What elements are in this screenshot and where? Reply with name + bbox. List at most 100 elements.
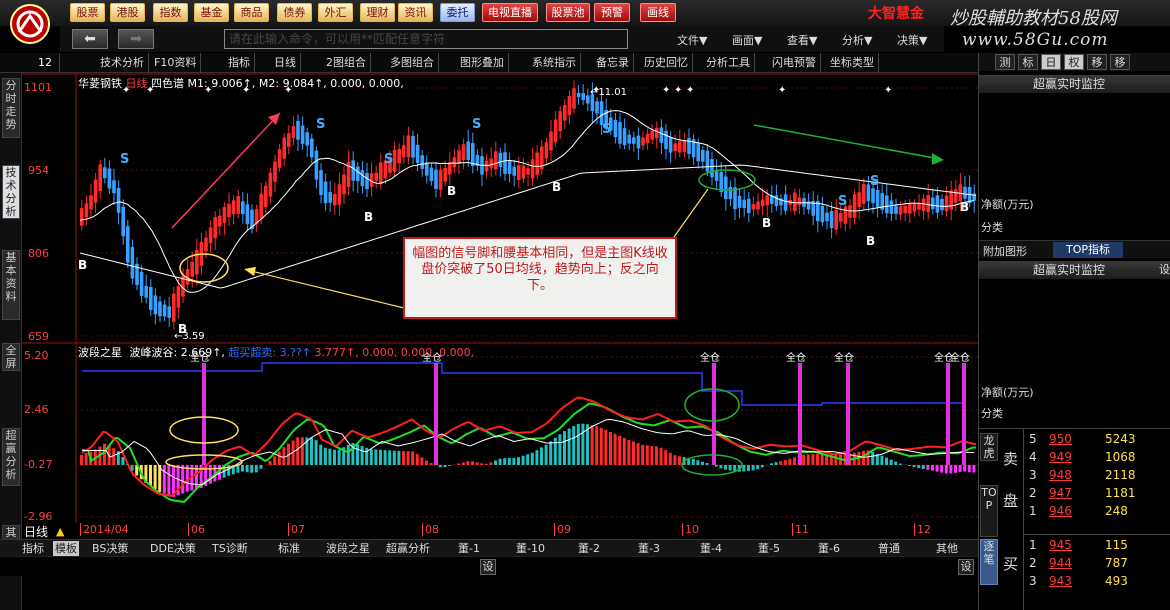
sell-price[interactable]: 946 — [1049, 504, 1072, 518]
top-menu-3[interactable]: 分析▼ — [842, 32, 872, 48]
left-tab-4[interactable]: 超赢分析 — [2, 428, 20, 486]
bottom-tab-15[interactable]: 普通 — [878, 541, 900, 556]
longhu-tab[interactable]: 龙虎 — [980, 433, 998, 461]
tab-top-indicator[interactable]: TOP指标 — [1053, 242, 1123, 258]
bottom-tab-16[interactable]: 其他 — [936, 541, 958, 556]
top-menu-4[interactable]: 决策▼ — [897, 32, 927, 48]
candle-body — [222, 207, 227, 223]
bottom-tab-8[interactable]: 董-1 — [458, 541, 480, 556]
bottom-tab-12[interactable]: 董-4 — [700, 541, 722, 556]
candle-body — [820, 205, 825, 223]
forward-button[interactable]: ➡ — [118, 29, 154, 49]
buy-signal-mark: B — [78, 258, 87, 272]
monitor-setting-button[interactable]: 设 — [1159, 261, 1170, 279]
top-menu-0[interactable]: 文件▼ — [677, 32, 707, 48]
toolbar-item-6[interactable]: 图形叠加 — [456, 53, 509, 73]
right-top-tab-4[interactable]: 移 — [1087, 54, 1107, 70]
back-button[interactable]: ⬅ — [72, 29, 108, 49]
bottom-tab-13[interactable]: 董-5 — [758, 541, 780, 556]
bottom-tab-6[interactable]: 波段之星 — [326, 541, 370, 556]
histogram-bar — [282, 447, 286, 465]
status-setting-button[interactable]: 设 — [480, 559, 496, 575]
status-setting-button-2[interactable]: 设 — [958, 559, 974, 575]
toolbar-item-3[interactable]: 日线 — [270, 53, 301, 73]
sell-price[interactable]: 949 — [1049, 450, 1072, 464]
right-top-tab-3[interactable]: 权 — [1064, 54, 1084, 70]
top-menu-2[interactable]: 查看▼ — [787, 32, 817, 48]
sell-volume: 248 — [1105, 504, 1128, 518]
buy-level: 2 — [1029, 556, 1037, 570]
menu-button-9[interactable]: 委托 — [440, 3, 475, 22]
left-tab-2[interactable]: 基本资料 — [2, 250, 20, 320]
tab-extra-graph[interactable]: 附加图形 — [983, 243, 1027, 259]
toolbar-item-9[interactable]: 历史回忆 — [640, 53, 693, 73]
sell-price[interactable]: 947 — [1049, 486, 1072, 500]
menu-button-3[interactable]: 基金 — [194, 3, 229, 22]
bottom-tab-0[interactable]: 指标 — [22, 541, 44, 556]
bottom-tab-14[interactable]: 董-6 — [818, 541, 840, 556]
sell-price[interactable]: 948 — [1049, 468, 1072, 482]
tick-by-tick-tab[interactable]: 逐笔 — [980, 539, 998, 585]
toolbar-item-7[interactable]: 系统指示 — [528, 53, 581, 73]
bottom-tab-2[interactable]: BS决策 — [92, 541, 128, 556]
menu-button-5[interactable]: 债券 — [277, 3, 312, 22]
bottom-tab-7[interactable]: 超赢分析 — [386, 541, 430, 556]
histogram-bar — [705, 462, 709, 465]
histogram-bar — [691, 458, 695, 465]
bottom-tab-10[interactable]: 董-2 — [578, 541, 600, 556]
command-input[interactable]: 请在此输入命令，可以用**匹配任意字符 — [224, 29, 628, 49]
left-tab-1[interactable]: 技术分析 — [2, 165, 20, 219]
buy-price[interactable]: 945 — [1049, 538, 1072, 552]
bottom-tab-4[interactable]: TS诊断 — [212, 541, 248, 556]
toolbar-item-2[interactable]: 指标 — [224, 53, 255, 73]
sell-price[interactable]: 950 — [1049, 432, 1072, 446]
monitor-title-2: 超赢实时监控 — [1033, 263, 1106, 277]
menu-button-12[interactable]: 预警 — [594, 3, 630, 22]
period-label[interactable]: 日线 — [24, 523, 48, 540]
toolbar-item-0[interactable]: 技术分析 — [96, 53, 149, 73]
top-menu-1[interactable]: 画面▼ — [732, 32, 762, 48]
bottom-tab-9[interactable]: 董-10 — [516, 541, 545, 556]
menu-button-4[interactable]: 商品 — [234, 3, 269, 22]
menu-button-1[interactable]: 港股 — [110, 3, 145, 22]
menu-button-10[interactable]: 电视直播 — [482, 3, 538, 22]
right-top-tab-5[interactable]: 移 — [1110, 54, 1130, 70]
left-tab-3[interactable]: 全屏 — [2, 343, 20, 371]
buy-label: 买 — [1003, 555, 1019, 573]
right-top-tab-0[interactable]: 测 — [995, 54, 1015, 70]
menu-button-8[interactable]: 资讯 — [398, 3, 433, 22]
toolbar-item-1[interactable]: F10资料 — [150, 53, 202, 73]
toolbar-item-4[interactable]: 2图组合 — [322, 53, 371, 73]
left-tab-0[interactable]: 分时走势 — [2, 78, 20, 138]
sell-level: 2 — [1029, 486, 1037, 500]
toolbar-item-10[interactable]: 分析工具 — [702, 53, 755, 73]
bottom-tab-11[interactable]: 董-3 — [638, 541, 660, 556]
menu-button-13[interactable]: 画线 — [640, 3, 676, 22]
candle-body — [296, 121, 300, 140]
top-tab[interactable]: TOP — [980, 485, 998, 537]
histogram-bar — [208, 465, 212, 484]
menu-button-6[interactable]: 外汇 — [318, 3, 353, 22]
menu-button-0[interactable]: 股票 — [70, 3, 105, 22]
candle-body — [103, 167, 107, 179]
toolbar-item-5[interactable]: 多图组合 — [386, 53, 439, 73]
toolbar-item-8[interactable]: 备忘录 — [592, 53, 634, 73]
chart-toolbar: 12 技术分析 F10资料 指标 日线 2图组合 多图组合 图形叠加 系统指示 备忘录 历史回忆分… — [0, 53, 978, 73]
histogram-bar — [388, 450, 392, 465]
bottom-tab-5[interactable]: 标准 — [278, 541, 300, 556]
app-logo-icon[interactable] — [5, 2, 55, 46]
histogram-bar — [553, 437, 557, 465]
buy-price[interactable]: 944 — [1049, 556, 1072, 570]
right-top-tab-1[interactable]: 标 — [1018, 54, 1038, 70]
menu-button-2[interactable]: 指数 — [153, 3, 188, 22]
toolbar-item-12[interactable]: 坐标类型 — [826, 53, 879, 73]
bottom-tab-1[interactable]: 模板 — [53, 541, 79, 556]
menu-button-7[interactable]: 理财 — [360, 3, 395, 22]
bottom-tab-3[interactable]: DDE决策 — [150, 541, 196, 556]
buy-price[interactable]: 943 — [1049, 574, 1072, 588]
toolbar-item-11[interactable]: 闪电预警 — [768, 53, 821, 73]
right-top-tab-2[interactable]: 日 — [1041, 54, 1061, 70]
menu-button-11[interactable]: 股票池 — [546, 3, 590, 22]
stock-code[interactable]: 12 — [0, 53, 60, 73]
status-bar: 设 设 — [0, 556, 978, 576]
